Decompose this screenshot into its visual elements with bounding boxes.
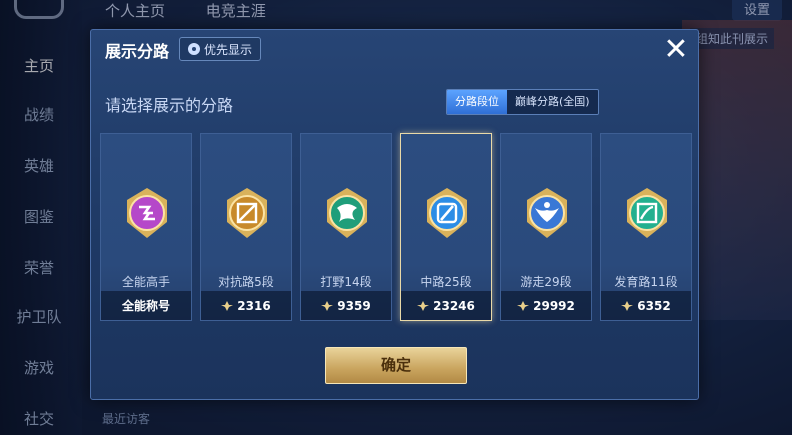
lane-score: 29992: [533, 298, 575, 313]
lane-name: 对抗路5段: [218, 275, 274, 289]
lane-name: 全能高手: [121, 275, 170, 289]
close-icon[interactable]: ✕: [661, 35, 691, 66]
lane-score: 6352: [637, 298, 671, 313]
lane-score: 2316: [237, 298, 271, 313]
lane-name: 中路25段: [420, 275, 472, 289]
lane-cards: 全能高手 全能称号 对抗路5段 2316 打野14段 9359 中路25段 23…: [100, 133, 692, 321]
lane-card-mid[interactable]: 中路25段 23246: [400, 133, 492, 321]
score-icon: [517, 300, 530, 311]
lane-footer: 6352: [601, 291, 691, 320]
allround-emblem-icon: [127, 188, 167, 238]
priority-display-button[interactable]: 优先显示: [179, 37, 262, 61]
roam-emblem-icon: [527, 188, 567, 238]
lane-score: 23246: [433, 298, 475, 313]
lane-card-clash[interactable]: 对抗路5段 2316: [200, 133, 292, 321]
lane-mode-toggle: 分路段位 巅峰分路(全国): [446, 89, 599, 115]
lane-card-roam[interactable]: 游走29段 29992: [500, 133, 592, 321]
toggle-lane-rank[interactable]: 分路段位: [447, 90, 507, 114]
lane-name: 打野14段: [320, 275, 372, 289]
lane-score: 9359: [337, 298, 371, 313]
dialog-title: 展示分路: [105, 42, 170, 61]
jungle-emblem-icon: [327, 188, 367, 238]
lane-name: 游走29段: [520, 275, 572, 289]
lane-footer: 29992: [501, 291, 591, 320]
score-icon: [417, 300, 430, 311]
lane-card-jungle[interactable]: 打野14段 9359: [300, 133, 392, 321]
lane-footer: 23246: [401, 291, 491, 320]
lane-footer: 2316: [201, 291, 291, 320]
lane-footer: 全能称号: [101, 291, 191, 320]
gear-icon: [188, 43, 200, 55]
priority-display-label: 优先显示: [204, 42, 253, 57]
lane-card-farm[interactable]: 发育路11段 6352: [600, 133, 692, 321]
lane-footer: 9359: [301, 291, 391, 320]
dialog-subtitle: 请选择展示的分路: [105, 96, 234, 115]
farm-lane-emblem-icon: [627, 188, 667, 238]
lane-name: 发育路11段: [614, 275, 678, 289]
toggle-peak-lane[interactable]: 巅峰分路(全国): [507, 90, 598, 114]
clash-lane-emblem-icon: [227, 188, 267, 238]
score-icon: [321, 300, 334, 311]
lane-display-dialog: 展示分路 优先显示 ✕ 请选择展示的分路 分路段位 巅峰分路(全国) 全能高手 …: [90, 29, 699, 400]
score-icon: [621, 300, 634, 311]
lane-title-label: 全能称号: [121, 299, 170, 313]
score-icon: [221, 300, 234, 311]
confirm-button[interactable]: 确定: [325, 347, 467, 384]
mid-lane-emblem-icon: [427, 188, 467, 238]
lane-card-allround[interactable]: 全能高手 全能称号: [100, 133, 192, 321]
